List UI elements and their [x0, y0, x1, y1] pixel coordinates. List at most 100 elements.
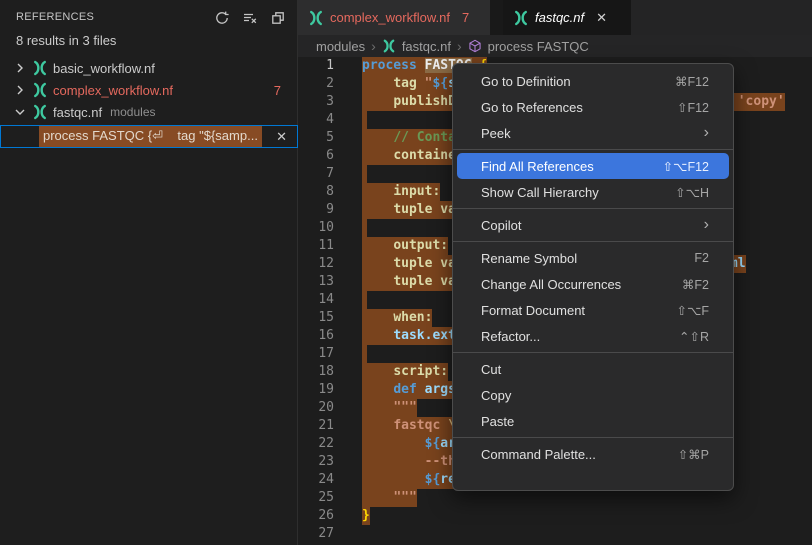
line-number: 15: [298, 309, 334, 327]
menu-item-shortcut: ⌘F2: [682, 277, 709, 292]
line-number: 21: [298, 417, 334, 435]
file-label: fastqc.nf: [53, 105, 102, 120]
menu-item-peek[interactable]: Peek›: [457, 120, 729, 146]
line-number: 19: [298, 381, 334, 399]
menu-item-command-palette[interactable]: Command Palette...⇧⌘P: [457, 441, 729, 467]
problem-count-badge: 7: [274, 83, 281, 98]
references-panel: REFERENCES 8 results in 3 files basic_wo…: [0, 0, 298, 545]
code-line-text: [362, 291, 367, 309]
submenu-arrow-icon: ›: [704, 125, 709, 141]
line-number: 26: [298, 507, 334, 525]
chevron-right-icon[interactable]: [12, 60, 28, 76]
menu-item-change-all-occurrences[interactable]: Change All Occurrences⌘F2: [457, 271, 729, 297]
file-description: modules: [110, 105, 155, 119]
line-number: 23: [298, 453, 334, 471]
code-line-text: when:: [362, 309, 432, 327]
nextflow-icon: [308, 10, 324, 26]
line-number: 22: [298, 435, 334, 453]
code-line-text: input:: [362, 183, 440, 201]
nextflow-icon: [32, 104, 48, 120]
line-number: 18: [298, 363, 334, 381]
line-number: 10: [298, 219, 334, 237]
tree-item-fastqc[interactable]: fastqc.nf modules: [0, 101, 297, 123]
line-number: 11: [298, 237, 334, 255]
line-number: 5: [298, 129, 334, 147]
menu-item-label: Command Palette...: [481, 447, 678, 462]
menu-separator: [453, 241, 733, 242]
menu-item-shortcut: ⇧⌘P: [678, 447, 709, 462]
clear-results-icon[interactable]: [240, 8, 260, 28]
tree-item-basic-workflow[interactable]: basic_workflow.nf: [0, 57, 297, 79]
code-line[interactable]: 26}: [298, 507, 812, 525]
menu-item-label: Go to Definition: [481, 74, 675, 89]
menu-item-label: Find All References: [481, 159, 663, 174]
line-number: 20: [298, 399, 334, 417]
menu-item-label: Cut: [481, 362, 709, 377]
reference-result-selected[interactable]: process FASTQC {⏎ tag "${samp... ✕: [0, 125, 298, 148]
menu-item-paste[interactable]: Paste: [457, 408, 729, 434]
menu-item-cut[interactable]: Cut: [457, 356, 729, 382]
menu-separator: [453, 437, 733, 438]
nextflow-icon: [513, 10, 529, 26]
line-number: 7: [298, 165, 334, 183]
line-number: 25: [298, 489, 334, 507]
line-number: 27: [298, 525, 334, 543]
breadcrumb-item-symbol[interactable]: process FASTQC: [488, 39, 589, 54]
menu-item-rename-symbol[interactable]: Rename SymbolF2: [457, 245, 729, 271]
reference-match-text: process FASTQC {⏎ tag "${samp...: [39, 126, 262, 147]
code-line[interactable]: 27: [298, 525, 812, 543]
collapse-all-icon[interactable]: [268, 8, 288, 28]
panel-title: REFERENCES: [16, 11, 94, 23]
breadcrumb-separator: ›: [456, 38, 463, 54]
code-line-text: }: [362, 507, 370, 525]
menu-item-copilot[interactable]: Copilot›: [457, 212, 729, 238]
code-line-text: """: [362, 399, 417, 417]
menu-item-go-to-references[interactable]: Go to References⇧F12: [457, 94, 729, 120]
menu-item-label: Refactor...: [481, 329, 679, 344]
breadcrumb-item-modules[interactable]: modules: [316, 39, 365, 54]
menu-item-go-to-definition[interactable]: Go to Definition⌘F12: [457, 68, 729, 94]
menu-item-show-call-hierarchy[interactable]: Show Call Hierarchy⇧⌥H: [457, 179, 729, 205]
menu-item-copy[interactable]: Copy: [457, 382, 729, 408]
menu-item-label: Copy: [481, 388, 709, 403]
tab-complex-workflow[interactable]: complex_workflow.nf 7: [298, 0, 490, 35]
tree-item-complex-workflow[interactable]: complex_workflow.nf 7: [0, 79, 297, 101]
breadcrumb: modules › fastqc.nf › process FASTQC: [298, 35, 812, 57]
file-label: complex_workflow.nf: [53, 83, 173, 98]
panel-toolbar: [212, 8, 288, 28]
menu-item-shortcut: ⌃⇧R: [679, 329, 709, 344]
line-number: 4: [298, 111, 334, 129]
menu-separator: [453, 208, 733, 209]
menu-item-label: Paste: [481, 414, 709, 429]
chevron-right-icon[interactable]: [12, 82, 28, 98]
code-line[interactable]: 25 """: [298, 489, 812, 507]
close-icon[interactable]: ✕: [596, 10, 607, 26]
menu-item-find-all-references[interactable]: Find All References⇧⌥F12: [457, 153, 729, 179]
code-line-text: fastqc \: [362, 417, 456, 435]
nextflow-icon: [32, 82, 48, 98]
code-line-text: [362, 219, 367, 237]
problem-count-badge: 7: [462, 10, 469, 25]
editor-context-menu: Go to Definition⌘F12Go to References⇧F12…: [452, 63, 734, 491]
breadcrumb-item-file[interactable]: fastqc.nf: [402, 39, 451, 54]
code-line-text: """: [362, 489, 417, 507]
close-icon[interactable]: ✕: [276, 129, 287, 145]
menu-item-format-document[interactable]: Format Document⇧⌥F: [457, 297, 729, 323]
breadcrumb-separator: ›: [370, 38, 377, 54]
menu-item-label: Go to References: [481, 100, 677, 115]
symbol-cube-icon: [468, 39, 483, 54]
results-tree: basic_workflow.nf complex_workflow.nf 7 …: [0, 57, 297, 123]
tab-fastqc[interactable]: fastqc.nf ✕: [503, 0, 631, 35]
code-line-text: output:: [362, 237, 448, 255]
menu-item-shortcut: ⇧⌥F: [676, 303, 709, 318]
menu-item-refactor[interactable]: Refactor...⌃⇧R: [457, 323, 729, 349]
menu-item-label: Peek: [481, 126, 704, 141]
line-number: 1: [298, 57, 334, 75]
menu-item-label: Format Document: [481, 303, 676, 318]
line-number: 24: [298, 471, 334, 489]
chevron-down-icon[interactable]: [12, 104, 28, 120]
line-number: 8: [298, 183, 334, 201]
menu-separator: [453, 352, 733, 353]
menu-item-shortcut: ⇧⌥F12: [663, 159, 709, 174]
refresh-icon[interactable]: [212, 8, 232, 28]
